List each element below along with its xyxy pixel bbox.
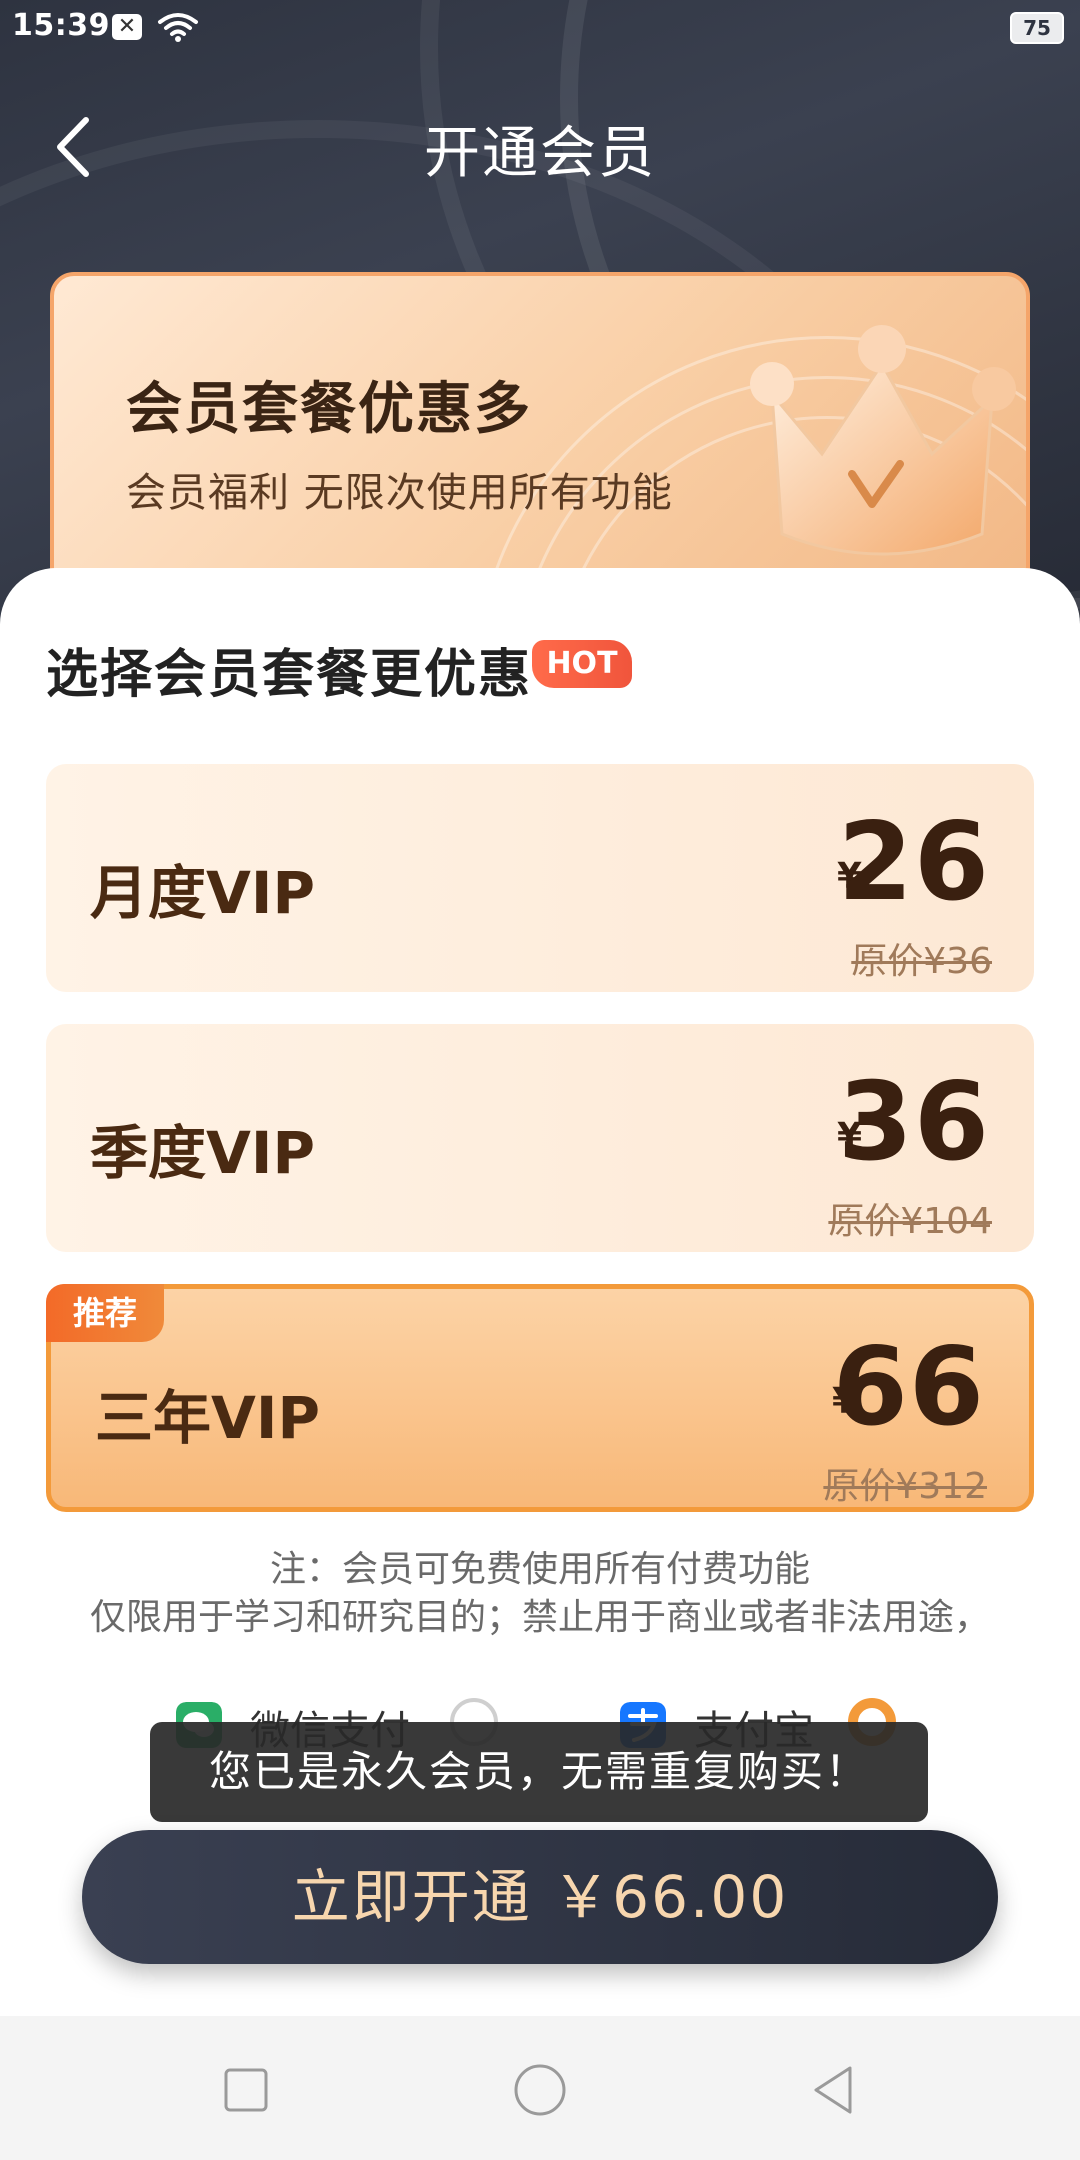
notification-icon: ✕ [112, 14, 142, 40]
plan-card-quarterly[interactable]: 季度VIP ¥ 36 原价¥104 [46, 1024, 1034, 1252]
plan-original-price: 原价¥104 [828, 1201, 992, 1242]
plan-name: 季度VIP [90, 1119, 315, 1187]
battery-indicator: 75 [1010, 12, 1064, 44]
status-time: 15:39 [12, 8, 110, 43]
plan-price: 26 [837, 800, 990, 925]
notes: 注：会员可免费使用所有付费功能 仅限用于学习和研究目的；禁止用于商业或者非法用途… [0, 1546, 1080, 1642]
note-line-2: 仅限用于学习和研究目的；禁止用于商业或者非法用途， [89, 1597, 990, 1638]
status-bar: 15:39 ✕ 75 [0, 0, 1080, 56]
open-membership-button[interactable]: 立即开通 ￥66.00 [82, 1830, 998, 1964]
crown-icon [750, 325, 1016, 556]
page-title: 开通会员 [424, 121, 656, 186]
banner-subtitle: 会员福利 无限次使用所有功能 [126, 470, 673, 516]
section-title: 选择会员套餐更优惠 [46, 645, 533, 705]
plan-name: 三年VIP [95, 1384, 320, 1452]
banner-title: 会员套餐优惠多 [126, 377, 532, 442]
plan-price: 66 [832, 1325, 985, 1450]
plan-original-price: 原价¥312 [823, 1466, 987, 1507]
recent-apps-icon[interactable] [216, 2060, 276, 2120]
back-triangle-icon[interactable] [804, 2060, 864, 2120]
plan-original-price: 原价¥36 [851, 941, 992, 982]
home-icon[interactable] [510, 2060, 570, 2120]
plan-card-three-year[interactable]: 推荐 三年VIP ¥ 66 原价¥312 [46, 1284, 1034, 1512]
membership-banner: 会员套餐优惠多 会员福利 无限次使用所有功能 [50, 272, 1030, 592]
plan-card-monthly[interactable]: 月度VIP ¥ 26 原价¥36 [46, 764, 1034, 992]
hot-badge: HOT [532, 640, 632, 688]
plan-name: 月度VIP [90, 859, 315, 927]
toast-message: 您已是永久会员，无需重复购买！ [150, 1722, 928, 1822]
plan-price: 36 [837, 1060, 990, 1185]
note-line-1: 注：会员可免费使用所有付费功能 [269, 1549, 810, 1590]
wifi-icon [158, 13, 198, 42]
system-nav-bar [0, 2016, 1080, 2160]
recommend-badge: 推荐 [46, 1284, 164, 1342]
